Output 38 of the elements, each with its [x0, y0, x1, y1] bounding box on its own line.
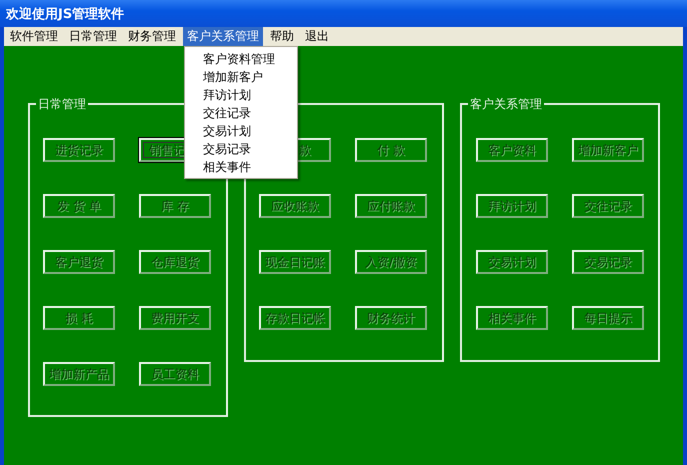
action-button[interactable]: 损 耗: [43, 306, 115, 330]
menu-entry[interactable]: 交往记录: [185, 104, 297, 122]
action-button[interactable]: 拜访计划: [476, 194, 548, 218]
group-title: 日常管理: [36, 96, 88, 112]
action-button[interactable]: 相关事件: [476, 306, 548, 330]
menu-entry[interactable]: 交易计划: [185, 122, 297, 140]
action-button[interactable]: 每日提示: [572, 306, 644, 330]
action-button[interactable]: 客户退货: [43, 250, 115, 274]
menu-item[interactable]: 日常管理: [65, 27, 121, 46]
action-button[interactable]: 付 款: [355, 138, 427, 162]
menu-item[interactable]: 退出: [301, 27, 333, 46]
action-button[interactable]: 存款日记帐: [259, 306, 331, 330]
action-button[interactable]: 费用开支: [139, 306, 211, 330]
action-button[interactable]: 仓库退货: [139, 250, 211, 274]
action-button[interactable]: 入资/撤资: [355, 250, 427, 274]
action-button[interactable]: 交往记录: [572, 194, 644, 218]
menu-entry[interactable]: 增加新客户: [185, 68, 297, 86]
action-button[interactable]: 应收账款: [259, 194, 331, 218]
window-title: 欢迎使用JS管理软件: [4, 6, 124, 22]
group-title: 客户关系管理: [468, 96, 544, 112]
menu-entry[interactable]: 拜访计划: [185, 86, 297, 104]
menu-item[interactable]: 帮助: [266, 27, 298, 46]
action-button[interactable]: 客户资料: [476, 138, 548, 162]
action-button[interactable]: 应付账款: [355, 194, 427, 218]
menu-entry[interactable]: 客户资料管理: [185, 50, 297, 68]
action-button[interactable]: 库 存: [139, 194, 211, 218]
action-button[interactable]: 交易计划: [476, 250, 548, 274]
action-button[interactable]: 交易记录: [572, 250, 644, 274]
menu-item[interactable]: 软件管理: [6, 27, 62, 46]
action-button[interactable]: 增加新客户: [572, 138, 644, 162]
action-button[interactable]: 现金日记账: [259, 250, 331, 274]
action-button[interactable]: 增加新产品: [43, 362, 115, 386]
action-button[interactable]: 进货记录: [43, 138, 115, 162]
action-button[interactable]: 财务统计: [355, 306, 427, 330]
action-button[interactable]: 发 货 单: [43, 194, 115, 218]
menu-item[interactable]: 财务管理: [124, 27, 180, 46]
action-button[interactable]: 员工资料: [139, 362, 211, 386]
menu-item[interactable]: 客户关系管理: [183, 27, 263, 46]
